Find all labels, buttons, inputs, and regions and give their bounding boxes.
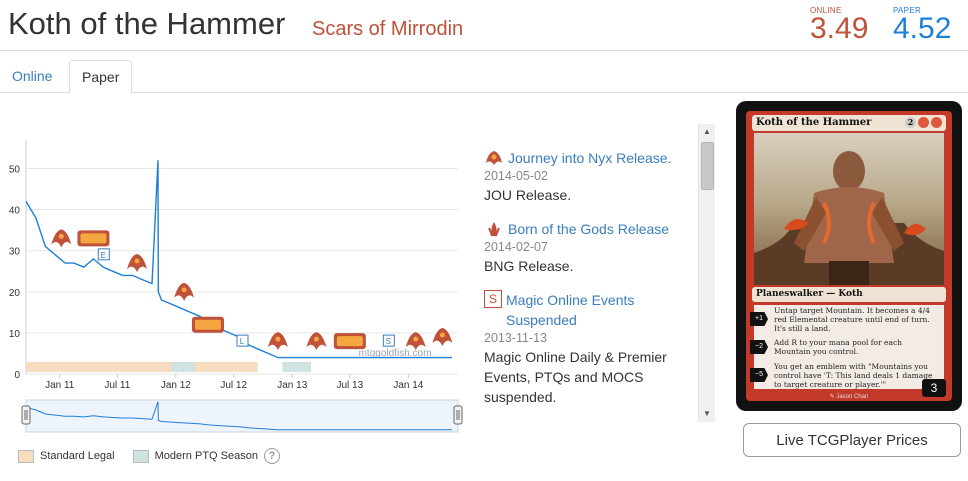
loyalty-cost: −5 xyxy=(750,368,768,382)
card-name: Koth of the Hammer 2 xyxy=(752,115,946,131)
event-title-link[interactable]: Journey into Nyx Release. xyxy=(484,148,694,168)
set-symbol-icon xyxy=(275,336,281,342)
event-list-scrollbar[interactable]: ▲ ▼ xyxy=(698,124,715,422)
set-symbol-icon xyxy=(313,336,319,342)
loyalty-ability: −2 Add R to your mana pool for each Moun… xyxy=(750,333,944,361)
event-date: 2014-02-07 xyxy=(484,240,548,254)
event-desc: JOU Release. xyxy=(484,187,572,203)
ability-text: You get an emblem with "Mountains you co… xyxy=(774,361,933,389)
tab-paper[interactable]: Paper xyxy=(69,60,133,94)
card-title: Koth of the Hammer xyxy=(8,6,286,41)
y-tick-label: 40 xyxy=(9,206,21,217)
scroll-down-arrow-icon[interactable]: ▼ xyxy=(699,406,715,422)
x-tick-label: Jan 12 xyxy=(161,380,191,391)
x-tick-label: Jan 14 xyxy=(393,380,423,391)
x-tick-label: Jan 11 xyxy=(45,380,75,391)
event-date: 2013-11-13 xyxy=(484,331,548,345)
loyalty-cost: −2 xyxy=(750,340,768,354)
card-art-illustration xyxy=(754,133,944,285)
mana-red-icon xyxy=(931,117,942,128)
core-set-symbol-icon xyxy=(80,233,107,244)
event-title-link[interactable]: Born of the Gods Release xyxy=(484,219,694,239)
loyalty-ability: +1 Untap target Mountain. It becomes a 4… xyxy=(750,305,944,333)
event-list: Journey into Nyx Release. 2014-05-02 JOU… xyxy=(484,148,694,420)
set-symbol-icon xyxy=(413,336,419,342)
x-tick-label: Jan 13 xyxy=(277,380,307,391)
y-tick-label: 30 xyxy=(9,247,21,258)
mana-cost-icons: 2 xyxy=(905,117,942,128)
live-tcgplayer-prices-button[interactable]: Live TCGPlayer Prices xyxy=(743,423,961,457)
header: Koth of the Hammer Scars of Mirrodin ONL… xyxy=(0,0,968,51)
card-type-line: Planeswalker — Koth xyxy=(752,287,946,302)
ability-text: Untap target Mountain. It becomes a 4/4 … xyxy=(774,305,930,333)
x-tick-label: Jul 12 xyxy=(220,380,247,391)
paper-price-value: 4.52 xyxy=(893,12,952,45)
tab-bar: Online Paper xyxy=(0,60,968,94)
event-badge-letter-icon: E xyxy=(101,251,106,260)
paper-price: PAPER 4.52 xyxy=(893,6,952,45)
loyalty-cost: +1 xyxy=(750,312,768,326)
x-tick-label: Jul 13 xyxy=(336,380,363,391)
artist-credit: ✎ Jason Chan xyxy=(829,394,869,400)
modern-ptq-band xyxy=(282,362,312,372)
set-symbol-icon xyxy=(181,287,187,293)
event-title-link[interactable]: S Magic Online Events Suspended xyxy=(484,290,694,330)
mana-generic-icon: 2 xyxy=(905,117,916,128)
legend-modern-ptq: Modern PTQ Season xyxy=(154,450,258,462)
core-set-symbol-icon xyxy=(194,319,221,330)
y-tick-label: 50 xyxy=(9,165,21,176)
help-icon[interactable]: ? xyxy=(263,448,280,464)
event-title[interactable]: Born of the Gods Release xyxy=(508,219,669,239)
navigator-right-handle[interactable] xyxy=(453,405,463,425)
modern-ptq-swatch xyxy=(132,449,149,463)
navigator-left-handle[interactable] xyxy=(21,405,31,425)
event-badge-letter-icon: S xyxy=(386,337,391,346)
modern-ptq-band xyxy=(171,362,195,372)
card-image: Koth of the Hammer 2 Planeswalker — Koth xyxy=(736,101,962,411)
event-item: Born of the Gods Release 2014-02-07 BNG … xyxy=(484,219,694,276)
mana-red-icon xyxy=(918,117,929,128)
loyalty-ability: −5 You get an emblem with "Mountains you… xyxy=(750,361,944,389)
artist-name: Jason Chan xyxy=(836,394,869,400)
x-tick-label: Jul 11 xyxy=(104,380,130,391)
scroll-thumb[interactable] xyxy=(701,142,714,190)
event-title[interactable]: Journey into Nyx Release. xyxy=(508,148,671,168)
chart-legend: Standard Legal Modern PTQ Season ? xyxy=(18,448,280,464)
price-line xyxy=(25,160,452,359)
online-price-value: 3.49 xyxy=(810,12,869,45)
tab-online[interactable]: Online xyxy=(0,60,64,92)
scroll-up-arrow-icon[interactable]: ▲ xyxy=(699,124,715,140)
event-desc: Magic Online Daily & Premier Events, PTQ… xyxy=(484,349,667,405)
price-chart[interactable]: 0 10 20 30 40 50 Jan 11 Jul 11 Jan 12 Jul 12 Jan 1… xyxy=(0,120,480,476)
set-name[interactable]: Scars of Mirrodin xyxy=(312,18,463,41)
card-frame: Koth of the Hammer 2 Planeswalker — Koth xyxy=(746,111,952,401)
card-text-box: +1 Untap target Mountain. It becomes a 4… xyxy=(750,305,944,389)
y-tick-label: 20 xyxy=(9,288,21,299)
event-item: S Magic Online Events Suspended 2013-11-… xyxy=(484,290,694,407)
set-symbol-icon xyxy=(439,332,445,338)
card-name-text: Koth of the Hammer xyxy=(756,117,872,128)
set-symbol-icon xyxy=(484,149,504,167)
event-desc: BNG Release. xyxy=(484,258,574,274)
legend-standard-legal: Standard Legal xyxy=(40,450,115,462)
price-chart-svg[interactable]: 0 10 20 30 40 50 Jan 11 Jul 11 Jan 12 Jul 12 Jan 1… xyxy=(0,120,480,476)
online-price: ONLINE 3.49 xyxy=(810,6,869,45)
y-tick-label: 10 xyxy=(9,329,21,340)
core-set-symbol-icon xyxy=(336,336,363,347)
set-symbol-icon xyxy=(134,258,140,264)
standard-legal-swatch xyxy=(18,449,34,463)
ability-text: Add R to your mana pool for each Mountai… xyxy=(774,338,902,356)
event-item: Journey into Nyx Release. 2014-05-02 JOU… xyxy=(484,148,694,205)
set-symbol-icon xyxy=(58,233,64,239)
s-badge-icon: S xyxy=(484,290,502,308)
event-title[interactable]: Magic Online Events Suspended xyxy=(506,290,694,330)
y-tick-label: 0 xyxy=(14,370,20,381)
standard-legal-band xyxy=(26,362,258,372)
set-symbol-icon xyxy=(484,220,504,238)
event-badge-letter-icon: L xyxy=(240,337,245,346)
event-date: 2014-05-02 xyxy=(484,169,548,183)
